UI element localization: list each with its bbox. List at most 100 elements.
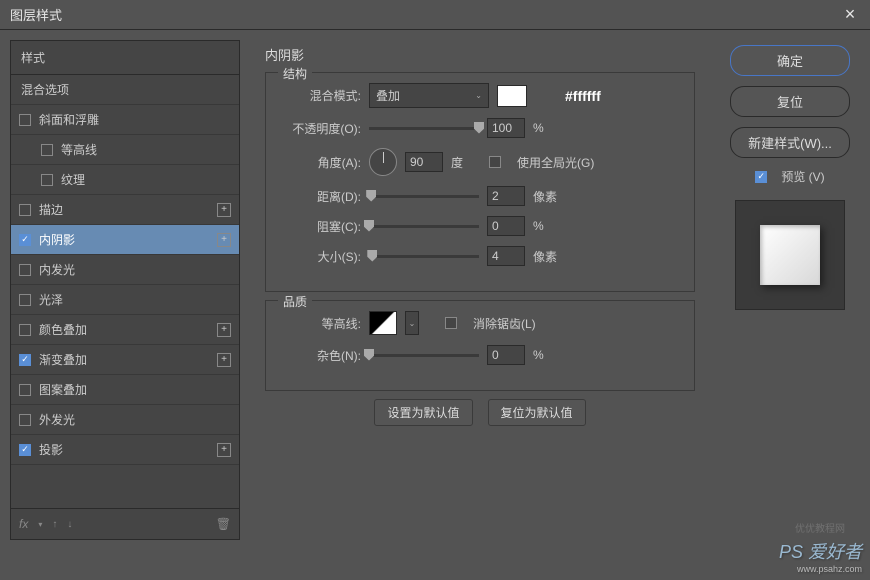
settings-panel: 内阴影 结构 混合模式: 叠加 ⌄ #ffffff 不透明度(O): %	[250, 40, 710, 540]
noise-unit: %	[533, 348, 563, 362]
sidebar: 样式 混合选项 斜面和浮雕等高线纹理描边+内阴影+内发光光泽颜色叠加+渐变叠加+…	[10, 40, 240, 540]
style-label: 渐变叠加	[39, 351, 217, 368]
distance-slider[interactable]	[369, 195, 479, 198]
contour-preview[interactable]	[369, 311, 397, 335]
reset-default-button[interactable]: 复位为默认值	[488, 399, 586, 426]
contour-dropdown[interactable]: ⌄	[405, 311, 419, 335]
color-hex-label: #ffffff	[565, 88, 601, 104]
global-light-label: 使用全局光(G)	[517, 154, 594, 171]
plus-icon[interactable]: +	[217, 353, 231, 367]
global-light-checkbox[interactable]	[489, 156, 501, 168]
opacity-label: 不透明度(O):	[281, 120, 361, 137]
style-checkbox[interactable]	[19, 114, 31, 126]
angle-dial[interactable]	[369, 148, 397, 176]
opacity-unit: %	[533, 121, 563, 135]
noise-input[interactable]	[487, 345, 525, 365]
plus-icon[interactable]: +	[217, 443, 231, 457]
arrow-up-icon[interactable]: ↑	[52, 519, 57, 530]
distance-label: 距离(D):	[281, 188, 361, 205]
style-item[interactable]: 投影+	[11, 435, 239, 465]
style-item[interactable]: 渐变叠加+	[11, 345, 239, 375]
quality-label: 品质	[278, 293, 312, 310]
new-style-button[interactable]: 新建样式(W)...	[730, 127, 850, 158]
style-checkbox[interactable]	[19, 234, 31, 246]
style-item[interactable]: 图案叠加	[11, 375, 239, 405]
style-checkbox[interactable]	[19, 444, 31, 456]
dropdown-arrow-icon[interactable]: ▾	[38, 520, 42, 529]
angle-input[interactable]	[405, 152, 443, 172]
style-label: 内阴影	[39, 231, 217, 248]
blend-mode-label: 混合模式:	[281, 87, 361, 104]
style-checkbox[interactable]	[19, 354, 31, 366]
color-swatch[interactable]	[497, 85, 527, 107]
ok-button[interactable]: 确定	[730, 45, 850, 76]
choke-input[interactable]	[487, 216, 525, 236]
choke-unit: %	[533, 219, 563, 233]
style-checkbox[interactable]	[41, 144, 53, 156]
style-label: 光泽	[39, 291, 231, 308]
style-label: 外发光	[39, 411, 231, 428]
blend-mode-select[interactable]: 叠加 ⌄	[369, 83, 489, 108]
style-checkbox[interactable]	[19, 294, 31, 306]
plus-icon[interactable]: +	[217, 233, 231, 247]
arrow-down-icon[interactable]: ↓	[67, 519, 72, 530]
style-checkbox[interactable]	[19, 414, 31, 426]
noise-slider[interactable]	[369, 354, 479, 357]
quality-fieldset: 品质 等高线: ⌄ 消除锯齿(L) 杂色(N): %	[265, 300, 695, 391]
style-label: 图案叠加	[39, 381, 231, 398]
main-layout: 样式 混合选项 斜面和浮雕等高线纹理描边+内阴影+内发光光泽颜色叠加+渐变叠加+…	[0, 30, 870, 550]
style-item[interactable]: 光泽	[11, 285, 239, 315]
size-slider[interactable]	[369, 255, 479, 258]
style-checkbox[interactable]	[41, 174, 53, 186]
preview-box	[735, 200, 845, 310]
preview-label: 预览 (V)	[781, 168, 824, 185]
opacity-slider[interactable]	[369, 127, 479, 130]
plus-icon[interactable]: +	[217, 203, 231, 217]
contour-label: 等高线:	[281, 315, 361, 332]
style-label: 描边	[39, 201, 217, 218]
titlebar: 图层样式 ×	[0, 0, 870, 30]
angle-label: 角度(A):	[281, 154, 361, 171]
distance-unit: 像素	[533, 188, 563, 205]
chevron-down-icon: ⌄	[475, 91, 482, 100]
style-checkbox[interactable]	[19, 324, 31, 336]
style-checkbox[interactable]	[19, 264, 31, 276]
noise-label: 杂色(N):	[281, 347, 361, 364]
antialias-checkbox[interactable]	[445, 317, 457, 329]
preview-checkbox[interactable]	[755, 171, 767, 183]
style-checkbox[interactable]	[19, 204, 31, 216]
style-label: 纹理	[61, 171, 231, 188]
plus-icon[interactable]: +	[217, 323, 231, 337]
style-item[interactable]: 等高线	[11, 135, 239, 165]
structure-label: 结构	[278, 65, 312, 82]
sidebar-styles-header[interactable]: 样式	[11, 41, 239, 75]
fx-icon[interactable]: fx	[19, 517, 28, 531]
trash-icon[interactable]: 🗑	[216, 517, 231, 531]
style-item[interactable]: 内发光	[11, 255, 239, 285]
preview-swatch	[760, 225, 820, 285]
size-input[interactable]	[487, 246, 525, 266]
antialias-label: 消除锯齿(L)	[473, 315, 536, 332]
cancel-button[interactable]: 复位	[730, 86, 850, 117]
angle-unit: 度	[451, 154, 481, 171]
opacity-input[interactable]	[487, 118, 525, 138]
sidebar-blend-header[interactable]: 混合选项	[11, 75, 239, 105]
right-panel: 确定 复位 新建样式(W)... 预览 (V)	[720, 40, 860, 540]
sidebar-footer: fx ▾ ↑ ↓ 🗑	[11, 508, 239, 539]
style-item[interactable]: 内阴影+	[11, 225, 239, 255]
choke-slider[interactable]	[369, 225, 479, 228]
style-item[interactable]: 颜色叠加+	[11, 315, 239, 345]
style-item[interactable]: 斜面和浮雕	[11, 105, 239, 135]
style-item[interactable]: 纹理	[11, 165, 239, 195]
choke-label: 阻塞(C):	[281, 218, 361, 235]
style-item[interactable]: 外发光	[11, 405, 239, 435]
window-title: 图层样式	[10, 5, 840, 24]
set-default-button[interactable]: 设置为默认值	[374, 399, 472, 426]
style-checkbox[interactable]	[19, 384, 31, 396]
style-label: 斜面和浮雕	[39, 111, 231, 128]
style-item[interactable]: 描边+	[11, 195, 239, 225]
close-icon[interactable]: ×	[840, 4, 860, 25]
distance-input[interactable]	[487, 186, 525, 206]
style-label: 颜色叠加	[39, 321, 217, 338]
size-label: 大小(S):	[281, 248, 361, 265]
